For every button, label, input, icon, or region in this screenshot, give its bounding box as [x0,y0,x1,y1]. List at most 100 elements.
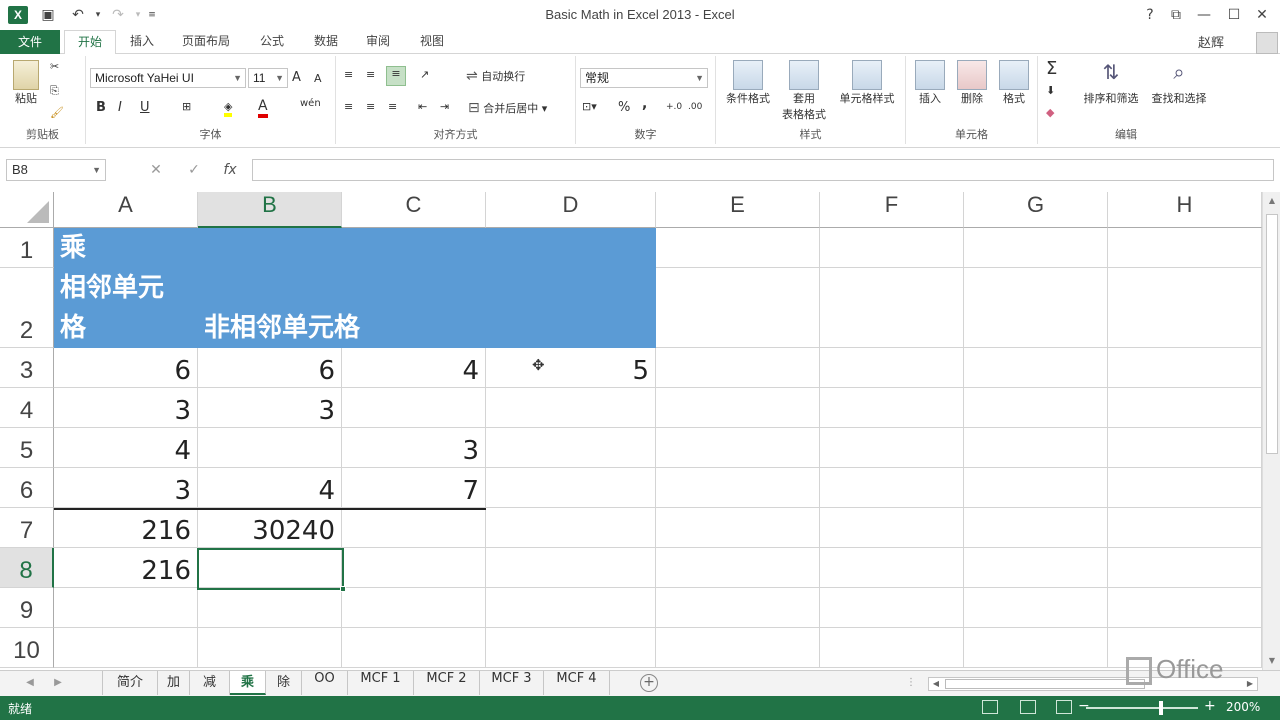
grid-cell[interactable] [486,548,656,588]
grid-cell[interactable] [656,228,820,268]
wrap-text-button[interactable]: ⇌ 自动换行 [466,68,525,84]
format-cells-button[interactable]: 格式 [994,60,1034,106]
grid-cell[interactable] [656,548,820,588]
font-name-select[interactable]: Microsoft YaHei UI ▼ [90,68,246,88]
grid-cell[interactable] [342,508,486,548]
fill-color-icon[interactable]: ◈ [224,100,233,117]
paste-button[interactable]: 粘贴 [8,60,44,106]
merge-center-button[interactable]: ⊟ 合并后居中 ▾ [468,100,547,116]
grid-cell[interactable] [1108,508,1262,548]
row-header-3[interactable]: 3 [0,348,54,388]
border-icon[interactable]: ⊞ [182,100,191,113]
sheet-tab-subtract[interactable]: 减 [190,671,230,695]
cell-c6[interactable]: 7 [342,468,486,508]
scroll-left-icon[interactable]: ◀ [929,678,943,690]
tab-view[interactable]: 视图 [410,30,454,55]
grid-cell[interactable] [964,268,1108,348]
grid-cell[interactable] [964,428,1108,468]
tab-file[interactable]: 文件 [0,30,60,54]
sheet-prev-icon[interactable]: ◀ [22,675,38,691]
cell-d3[interactable]: 5 [486,348,656,388]
sheet-tab-intro[interactable]: 简介 [102,671,158,695]
column-header-b[interactable]: B [198,192,342,228]
zoom-level[interactable]: 200% [1226,700,1260,714]
scroll-up-icon[interactable]: ▲ [1263,192,1280,210]
maximize-icon[interactable]: ☐ [1222,4,1246,26]
row-header-2[interactable]: 2 [0,268,54,348]
select-all-button[interactable] [0,192,54,228]
cell-b6[interactable]: 4 [198,468,342,508]
font-color-icon[interactable]: A [258,98,268,118]
column-header-f[interactable]: F [820,192,964,228]
undo-icon[interactable]: ↶ [68,5,88,25]
number-format-select[interactable]: 常规 ▼ [580,68,708,88]
column-header-c[interactable]: C [342,192,486,228]
column-header-a[interactable]: A [54,192,198,228]
sort-filter-button[interactable]: ⇅ 排序和筛选 [1078,60,1144,106]
autosum-icon[interactable]: Σ [1046,58,1057,79]
sheet-next-icon[interactable]: ▶ [50,675,66,691]
insert-function-icon[interactable]: fx [220,161,240,179]
cell-c5[interactable]: 3 [342,428,486,468]
orientation-icon[interactable]: ↗ [420,68,429,81]
column-header-g[interactable]: G [964,192,1108,228]
grid-cell[interactable] [54,588,198,628]
zoom-slider-knob[interactable] [1158,701,1163,715]
sheet-tab-divide[interactable]: 除 [266,671,302,695]
grid-cell[interactable] [964,468,1108,508]
undo-dropdown-icon[interactable]: ▾ [88,5,108,25]
zoom-slider[interactable] [1086,701,1198,715]
zoom-out-icon[interactable]: − [1078,698,1090,714]
column-header-h[interactable]: H [1108,192,1262,228]
vertical-scroll-thumb[interactable] [1266,214,1278,454]
grid-cell[interactable] [820,348,964,388]
grid-cell[interactable] [964,388,1108,428]
cell-a5[interactable]: 4 [54,428,198,468]
cell-b2[interactable]: 非相邻单元格 [204,308,360,348]
grid-cell[interactable] [964,508,1108,548]
tab-home[interactable]: 开始 [64,30,116,55]
grid-cell[interactable] [54,628,198,668]
increase-decimal-icon[interactable]: +.0 [666,102,682,112]
grid-cell[interactable] [1108,228,1262,268]
grow-font-button[interactable]: A [292,70,301,85]
find-select-button[interactable]: ⌕ 查找和选择 [1146,60,1212,106]
shrink-font-button[interactable]: A [314,72,322,85]
cell-a2-line2[interactable]: 格 [60,308,86,348]
format-painter-icon[interactable]: 🖌 [50,106,64,119]
grid-cell[interactable] [656,388,820,428]
grid-cell[interactable] [1108,588,1262,628]
bold-button[interactable]: B [96,100,106,115]
cell-b4[interactable]: 3 [198,388,342,428]
grid-cell[interactable] [1108,348,1262,388]
cell-b3[interactable]: 6 [198,348,342,388]
customize-qat-icon[interactable]: ≡ [142,5,162,25]
grid-cell[interactable] [656,508,820,548]
grid-cell[interactable] [820,468,964,508]
sheet-tab-mcf4[interactable]: MCF 4 [544,671,610,695]
minimize-icon[interactable]: — [1192,4,1216,26]
grid-cell[interactable] [820,508,964,548]
percent-button[interactable]: % [618,100,630,115]
grid-cell[interactable] [656,268,820,348]
grid-cell[interactable] [342,588,486,628]
delete-cells-button[interactable]: 删除 [952,60,992,106]
ribbon-display-icon[interactable]: ⧉ [1164,4,1188,26]
tab-page-layout[interactable]: 页面布局 [172,30,240,55]
worksheet-grid[interactable]: A B C D E F G H 1 2 3 4 5 6 7 8 9 10 乘 相… [0,192,1262,670]
grid-cell[interactable] [656,468,820,508]
increase-indent-icon[interactable]: ⇥ [440,100,449,113]
grid-cell[interactable] [1108,428,1262,468]
horizontal-scroll-thumb[interactable] [945,679,1145,689]
grid-cell[interactable] [198,588,342,628]
grid-cell[interactable] [342,548,486,588]
grid-cell[interactable] [964,588,1108,628]
page-break-view-icon[interactable] [1056,700,1072,714]
cell-a3[interactable]: 6 [54,348,198,388]
grid-cell[interactable] [1108,268,1262,348]
align-left-icon[interactable]: ≡ [344,100,353,113]
cell-styles-button[interactable]: 单元格样式 [834,60,900,106]
align-right-icon[interactable]: ≡ [388,100,397,113]
decrease-decimal-icon[interactable]: .00 [688,102,702,112]
row-header-7[interactable]: 7 [0,508,54,548]
